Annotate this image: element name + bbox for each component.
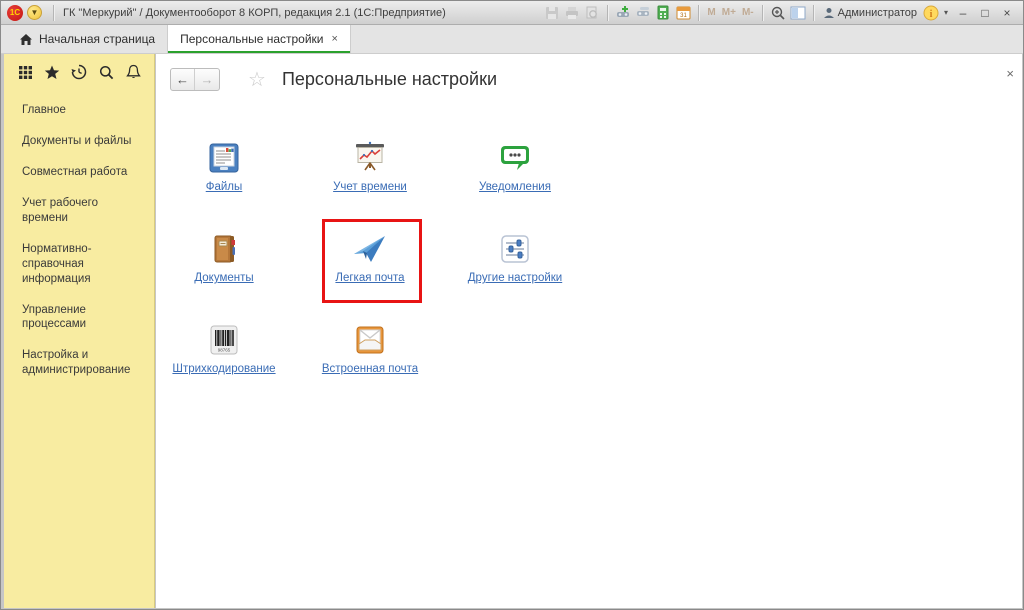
1c-logo-icon: 1С bbox=[7, 5, 23, 21]
bell-icon[interactable] bbox=[124, 63, 142, 81]
user-icon bbox=[823, 7, 835, 19]
tab-home-page[interactable]: Начальная страница bbox=[7, 25, 167, 53]
sidebar-item-reference-info[interactable]: Нормативно-справочная информация bbox=[4, 234, 154, 295]
sliders-icon bbox=[442, 220, 588, 266]
tab-bar: Начальная страница Персональные настройк… bbox=[1, 25, 1023, 54]
sidebar-item-collaboration[interactable]: Совместная работа bbox=[4, 157, 154, 188]
home-icon bbox=[19, 33, 33, 46]
get-link-icon[interactable] bbox=[634, 4, 652, 22]
sections-menu: Главное Документы и файлы Совместная раб… bbox=[4, 95, 154, 386]
history-nav-group: ← → bbox=[170, 68, 220, 91]
settings-link-builtin-mail[interactable]: Встроенная почта bbox=[322, 363, 418, 375]
minimize-button[interactable]: – bbox=[953, 4, 973, 22]
tile-documents[interactable]: Документы bbox=[151, 220, 297, 286]
search-icon[interactable] bbox=[97, 63, 115, 81]
svg-text:i: i bbox=[930, 9, 933, 20]
memory-minus-button[interactable]: M- bbox=[739, 7, 757, 18]
memory-recall-button[interactable]: M bbox=[704, 7, 718, 18]
main-menu-button[interactable]: ▼ bbox=[27, 5, 42, 20]
settings-link-easy-mail[interactable]: Легкая почта bbox=[335, 272, 404, 284]
settings-link-barcoding[interactable]: Штрихкодирование bbox=[172, 363, 275, 375]
main-panel: ← → ☆ Персональные настройки × Файлы Уче… bbox=[156, 54, 1022, 608]
history-icon[interactable] bbox=[70, 63, 88, 81]
split-window-icon[interactable] bbox=[789, 4, 807, 22]
tile-easy-mail[interactable]: Легкая почта bbox=[297, 220, 443, 286]
star-icon[interactable] bbox=[43, 63, 61, 81]
window-title: ГК "Меркурий" / Документооборот 8 КОРП, … bbox=[63, 7, 446, 19]
settings-link-notifications[interactable]: Уведомления bbox=[479, 181, 551, 193]
memory-plus-button[interactable]: M+ bbox=[719, 7, 739, 18]
title-bar: 1С ▼ ГК "Меркурий" / Документооборот 8 К… bbox=[1, 1, 1023, 25]
add-link-icon[interactable] bbox=[614, 4, 632, 22]
sidebar-toolbar bbox=[4, 54, 154, 89]
info-dropdown-caret[interactable]: ▾ bbox=[944, 8, 948, 17]
barcode-icon: 98765 bbox=[151, 311, 297, 357]
menu-grid-icon[interactable] bbox=[16, 63, 34, 81]
tab-close-icon[interactable]: × bbox=[332, 33, 338, 45]
tab-label: Начальная страница bbox=[39, 32, 155, 46]
paper-plane-icon bbox=[297, 220, 443, 266]
tile-builtin-mail[interactable]: Встроенная почта bbox=[297, 311, 443, 377]
divider bbox=[698, 5, 699, 21]
divider bbox=[53, 5, 54, 21]
panel-header: ← → ☆ Персональные настройки bbox=[170, 63, 1012, 95]
page-title: Персональные настройки bbox=[282, 69, 497, 90]
settings-link-files[interactable]: Файлы bbox=[206, 181, 243, 193]
documents-book-icon bbox=[151, 220, 297, 266]
time-chart-icon bbox=[297, 129, 443, 175]
tab-label: Персональные настройки bbox=[180, 32, 323, 46]
favorite-star-icon[interactable]: ☆ bbox=[248, 67, 266, 92]
panel-close-icon[interactable]: × bbox=[1006, 66, 1014, 81]
files-icon bbox=[151, 129, 297, 175]
settings-link-other-settings[interactable]: Другие настройки bbox=[468, 272, 562, 284]
application-window: 1С ▼ ГК "Меркурий" / Документооборот 8 К… bbox=[0, 0, 1024, 610]
sidebar-item-process-management[interactable]: Управление процессами bbox=[4, 295, 154, 341]
sidebar-item-time-tracking[interactable]: Учет рабочего времени bbox=[4, 188, 154, 234]
mail-envelope-icon bbox=[297, 311, 443, 357]
sections-sidebar: Главное Документы и файлы Совместная раб… bbox=[4, 54, 155, 608]
tile-other-settings[interactable]: Другие настройки bbox=[442, 220, 588, 286]
calendar-icon[interactable]: 31 bbox=[674, 4, 692, 22]
close-button[interactable]: × bbox=[997, 4, 1017, 22]
tile-time-tracking[interactable]: Учет времени bbox=[297, 129, 443, 195]
zoom-icon[interactable] bbox=[769, 4, 787, 22]
sidebar-item-documents-files[interactable]: Документы и файлы bbox=[4, 126, 154, 157]
divider bbox=[762, 5, 763, 21]
info-icon[interactable]: i bbox=[922, 4, 940, 22]
svg-text:98765: 98765 bbox=[218, 348, 231, 353]
print-icon[interactable] bbox=[563, 4, 581, 22]
back-button[interactable]: ← bbox=[171, 69, 195, 90]
tile-notifications[interactable]: Уведомления bbox=[442, 129, 588, 195]
tile-barcoding[interactable]: 98765 Штрихкодирование bbox=[151, 311, 297, 377]
sidebar-item-settings-administration[interactable]: Настройка и администрирование bbox=[4, 340, 154, 386]
maximize-button[interactable]: □ bbox=[975, 4, 995, 22]
save-icon[interactable] bbox=[543, 4, 561, 22]
divider bbox=[607, 5, 608, 21]
tab-personal-settings[interactable]: Персональные настройки × bbox=[167, 25, 351, 53]
settings-link-documents[interactable]: Документы bbox=[194, 272, 253, 284]
preview-icon[interactable] bbox=[583, 4, 601, 22]
forward-button[interactable]: → bbox=[195, 69, 219, 90]
current-user[interactable]: Администратор bbox=[823, 7, 917, 19]
svg-text:31: 31 bbox=[680, 13, 687, 19]
notification-bubble-icon bbox=[442, 129, 588, 175]
settings-link-time-tracking[interactable]: Учет времени bbox=[333, 181, 407, 193]
sidebar-item-main[interactable]: Главное bbox=[4, 95, 154, 126]
divider bbox=[813, 5, 814, 21]
user-name: Администратор bbox=[838, 7, 917, 19]
tile-files[interactable]: Файлы bbox=[151, 129, 297, 195]
calculator-icon[interactable] bbox=[654, 4, 672, 22]
